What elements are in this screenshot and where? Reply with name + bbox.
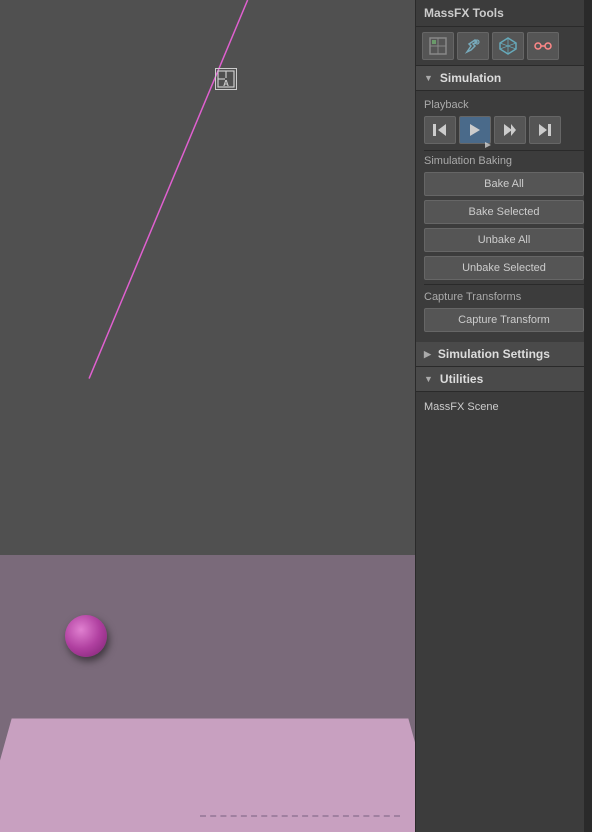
toolbar-row (416, 27, 592, 66)
utilities-label: Utilities (440, 372, 483, 386)
pendulum-svg (0, 0, 415, 555)
bake-all-button[interactable]: Bake All (424, 172, 584, 196)
unbake-all-button[interactable]: Unbake All (424, 228, 584, 252)
baking-label: Simulation Baking (424, 155, 584, 167)
capture-transform-button[interactable]: Capture Transform (424, 308, 584, 332)
floor-dashes (200, 815, 400, 817)
viewport[interactable]: A (0, 0, 415, 832)
unbake-selected-button[interactable]: Unbake Selected (424, 256, 584, 280)
step-forward-button[interactable] (494, 116, 526, 144)
simulation-label: Simulation (440, 71, 501, 85)
rewind-button[interactable] (424, 116, 456, 144)
ball-sphere (65, 615, 107, 657)
panel-title: MassFX Tools (416, 0, 592, 27)
capture-label: Capture Transforms (424, 291, 584, 303)
utilities-collapse-icon: ▼ (424, 374, 433, 384)
panel-scrollbar[interactable] (584, 0, 592, 832)
viewport-bottom (0, 555, 415, 832)
bake-selected-button[interactable]: Bake Selected (424, 200, 584, 224)
rigid-body-button[interactable] (492, 32, 524, 60)
fast-forward-button[interactable] (529, 116, 561, 144)
divider-1 (424, 150, 584, 151)
viewport-top: A (0, 0, 415, 555)
panel: MassFX Tools (415, 0, 592, 832)
playback-row (424, 116, 584, 144)
constraint-button[interactable] (527, 32, 559, 60)
simulation-settings-header[interactable]: ▶ Simulation Settings (416, 342, 592, 367)
utilities-header[interactable]: ▼ Utilities (416, 367, 592, 392)
simulation-content: Playback (416, 91, 592, 342)
simulation-settings-label: Simulation Settings (438, 347, 550, 361)
world-button[interactable] (422, 32, 454, 60)
simulation-collapse-icon: ▼ (424, 73, 433, 83)
playback-label: Playback (424, 99, 584, 111)
simulation-section-header[interactable]: ▼ Simulation (416, 66, 592, 91)
play-button[interactable] (459, 116, 491, 144)
tools-button[interactable] (457, 32, 489, 60)
massfx-scene-label: MassFX Scene (424, 398, 584, 416)
utilities-content: MassFX Scene (416, 392, 592, 422)
divider-2 (424, 284, 584, 285)
settings-collapse-icon: ▶ (424, 349, 431, 360)
